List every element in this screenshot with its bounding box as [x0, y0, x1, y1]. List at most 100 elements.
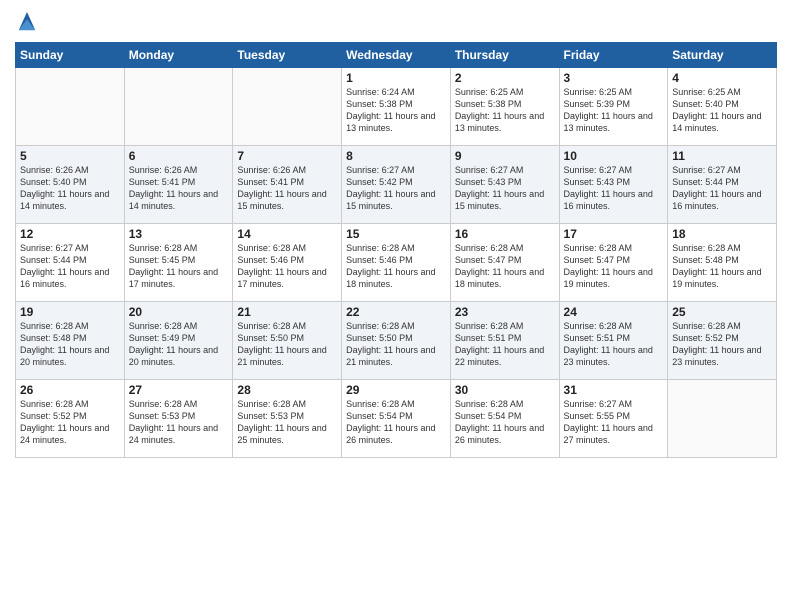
day-number: 6	[129, 149, 229, 163]
calendar-cell: 29Sunrise: 6:28 AMSunset: 5:54 PMDayligh…	[342, 380, 451, 458]
calendar-cell	[668, 380, 777, 458]
day-info: Sunrise: 6:26 AMSunset: 5:41 PMDaylight:…	[237, 164, 337, 213]
calendar-cell: 8Sunrise: 6:27 AMSunset: 5:42 PMDaylight…	[342, 146, 451, 224]
day-info: Sunrise: 6:27 AMSunset: 5:44 PMDaylight:…	[672, 164, 772, 213]
header	[15, 10, 777, 34]
calendar-cell: 28Sunrise: 6:28 AMSunset: 5:53 PMDayligh…	[233, 380, 342, 458]
day-number: 20	[129, 305, 229, 319]
calendar-cell: 1Sunrise: 6:24 AMSunset: 5:38 PMDaylight…	[342, 68, 451, 146]
calendar-cell: 17Sunrise: 6:28 AMSunset: 5:47 PMDayligh…	[559, 224, 668, 302]
calendar-cell: 9Sunrise: 6:27 AMSunset: 5:43 PMDaylight…	[450, 146, 559, 224]
day-number: 11	[672, 149, 772, 163]
day-number: 24	[564, 305, 664, 319]
day-info: Sunrise: 6:28 AMSunset: 5:46 PMDaylight:…	[346, 242, 446, 291]
weekday-header-thursday: Thursday	[450, 43, 559, 68]
calendar-cell: 19Sunrise: 6:28 AMSunset: 5:48 PMDayligh…	[16, 302, 125, 380]
day-number: 26	[20, 383, 120, 397]
day-info: Sunrise: 6:25 AMSunset: 5:38 PMDaylight:…	[455, 86, 555, 135]
calendar-cell: 11Sunrise: 6:27 AMSunset: 5:44 PMDayligh…	[668, 146, 777, 224]
day-number: 12	[20, 227, 120, 241]
calendar-cell: 7Sunrise: 6:26 AMSunset: 5:41 PMDaylight…	[233, 146, 342, 224]
day-number: 21	[237, 305, 337, 319]
calendar-cell: 2Sunrise: 6:25 AMSunset: 5:38 PMDaylight…	[450, 68, 559, 146]
calendar-cell: 3Sunrise: 6:25 AMSunset: 5:39 PMDaylight…	[559, 68, 668, 146]
day-info: Sunrise: 6:27 AMSunset: 5:42 PMDaylight:…	[346, 164, 446, 213]
day-number: 16	[455, 227, 555, 241]
calendar-cell: 26Sunrise: 6:28 AMSunset: 5:52 PMDayligh…	[16, 380, 125, 458]
calendar-cell: 24Sunrise: 6:28 AMSunset: 5:51 PMDayligh…	[559, 302, 668, 380]
day-number: 4	[672, 71, 772, 85]
day-number: 28	[237, 383, 337, 397]
day-info: Sunrise: 6:24 AMSunset: 5:38 PMDaylight:…	[346, 86, 446, 135]
day-number: 15	[346, 227, 446, 241]
day-number: 23	[455, 305, 555, 319]
day-number: 30	[455, 383, 555, 397]
day-info: Sunrise: 6:28 AMSunset: 5:51 PMDaylight:…	[564, 320, 664, 369]
calendar-cell: 18Sunrise: 6:28 AMSunset: 5:48 PMDayligh…	[668, 224, 777, 302]
calendar-cell: 25Sunrise: 6:28 AMSunset: 5:52 PMDayligh…	[668, 302, 777, 380]
calendar-cell	[124, 68, 233, 146]
calendar-cell: 5Sunrise: 6:26 AMSunset: 5:40 PMDaylight…	[16, 146, 125, 224]
calendar-cell	[233, 68, 342, 146]
day-info: Sunrise: 6:28 AMSunset: 5:45 PMDaylight:…	[129, 242, 229, 291]
day-info: Sunrise: 6:28 AMSunset: 5:53 PMDaylight:…	[129, 398, 229, 447]
week-row-5: 26Sunrise: 6:28 AMSunset: 5:52 PMDayligh…	[16, 380, 777, 458]
day-number: 14	[237, 227, 337, 241]
weekday-header-saturday: Saturday	[668, 43, 777, 68]
day-number: 19	[20, 305, 120, 319]
day-info: Sunrise: 6:28 AMSunset: 5:48 PMDaylight:…	[672, 242, 772, 291]
week-row-2: 5Sunrise: 6:26 AMSunset: 5:40 PMDaylight…	[16, 146, 777, 224]
weekday-header-monday: Monday	[124, 43, 233, 68]
day-info: Sunrise: 6:26 AMSunset: 5:41 PMDaylight:…	[129, 164, 229, 213]
day-number: 7	[237, 149, 337, 163]
calendar-table: SundayMondayTuesdayWednesdayThursdayFrid…	[15, 42, 777, 458]
day-number: 31	[564, 383, 664, 397]
day-info: Sunrise: 6:28 AMSunset: 5:54 PMDaylight:…	[455, 398, 555, 447]
week-row-3: 12Sunrise: 6:27 AMSunset: 5:44 PMDayligh…	[16, 224, 777, 302]
day-number: 27	[129, 383, 229, 397]
day-number: 29	[346, 383, 446, 397]
page: SundayMondayTuesdayWednesdayThursdayFrid…	[0, 0, 792, 612]
day-info: Sunrise: 6:28 AMSunset: 5:47 PMDaylight:…	[455, 242, 555, 291]
calendar-cell: 27Sunrise: 6:28 AMSunset: 5:53 PMDayligh…	[124, 380, 233, 458]
week-row-4: 19Sunrise: 6:28 AMSunset: 5:48 PMDayligh…	[16, 302, 777, 380]
calendar-cell: 23Sunrise: 6:28 AMSunset: 5:51 PMDayligh…	[450, 302, 559, 380]
calendar-cell: 4Sunrise: 6:25 AMSunset: 5:40 PMDaylight…	[668, 68, 777, 146]
week-row-1: 1Sunrise: 6:24 AMSunset: 5:38 PMDaylight…	[16, 68, 777, 146]
calendar-cell: 13Sunrise: 6:28 AMSunset: 5:45 PMDayligh…	[124, 224, 233, 302]
day-number: 8	[346, 149, 446, 163]
day-number: 1	[346, 71, 446, 85]
calendar-cell: 16Sunrise: 6:28 AMSunset: 5:47 PMDayligh…	[450, 224, 559, 302]
calendar-cell: 10Sunrise: 6:27 AMSunset: 5:43 PMDayligh…	[559, 146, 668, 224]
day-info: Sunrise: 6:28 AMSunset: 5:54 PMDaylight:…	[346, 398, 446, 447]
calendar-cell: 21Sunrise: 6:28 AMSunset: 5:50 PMDayligh…	[233, 302, 342, 380]
day-info: Sunrise: 6:25 AMSunset: 5:40 PMDaylight:…	[672, 86, 772, 135]
calendar-cell: 6Sunrise: 6:26 AMSunset: 5:41 PMDaylight…	[124, 146, 233, 224]
day-number: 3	[564, 71, 664, 85]
day-number: 17	[564, 227, 664, 241]
calendar-cell: 30Sunrise: 6:28 AMSunset: 5:54 PMDayligh…	[450, 380, 559, 458]
day-info: Sunrise: 6:28 AMSunset: 5:51 PMDaylight:…	[455, 320, 555, 369]
logo	[15, 10, 39, 34]
day-info: Sunrise: 6:28 AMSunset: 5:53 PMDaylight:…	[237, 398, 337, 447]
day-info: Sunrise: 6:28 AMSunset: 5:47 PMDaylight:…	[564, 242, 664, 291]
day-info: Sunrise: 6:28 AMSunset: 5:49 PMDaylight:…	[129, 320, 229, 369]
day-number: 9	[455, 149, 555, 163]
day-info: Sunrise: 6:27 AMSunset: 5:43 PMDaylight:…	[455, 164, 555, 213]
calendar-cell: 20Sunrise: 6:28 AMSunset: 5:49 PMDayligh…	[124, 302, 233, 380]
calendar-cell: 15Sunrise: 6:28 AMSunset: 5:46 PMDayligh…	[342, 224, 451, 302]
day-info: Sunrise: 6:28 AMSunset: 5:46 PMDaylight:…	[237, 242, 337, 291]
weekday-header-friday: Friday	[559, 43, 668, 68]
calendar-cell	[16, 68, 125, 146]
day-number: 2	[455, 71, 555, 85]
day-info: Sunrise: 6:28 AMSunset: 5:50 PMDaylight:…	[346, 320, 446, 369]
weekday-header-row: SundayMondayTuesdayWednesdayThursdayFrid…	[16, 43, 777, 68]
day-info: Sunrise: 6:25 AMSunset: 5:39 PMDaylight:…	[564, 86, 664, 135]
day-info: Sunrise: 6:27 AMSunset: 5:55 PMDaylight:…	[564, 398, 664, 447]
calendar-cell: 22Sunrise: 6:28 AMSunset: 5:50 PMDayligh…	[342, 302, 451, 380]
weekday-header-sunday: Sunday	[16, 43, 125, 68]
day-info: Sunrise: 6:27 AMSunset: 5:43 PMDaylight:…	[564, 164, 664, 213]
calendar-cell: 14Sunrise: 6:28 AMSunset: 5:46 PMDayligh…	[233, 224, 342, 302]
day-number: 10	[564, 149, 664, 163]
weekday-header-tuesday: Tuesday	[233, 43, 342, 68]
